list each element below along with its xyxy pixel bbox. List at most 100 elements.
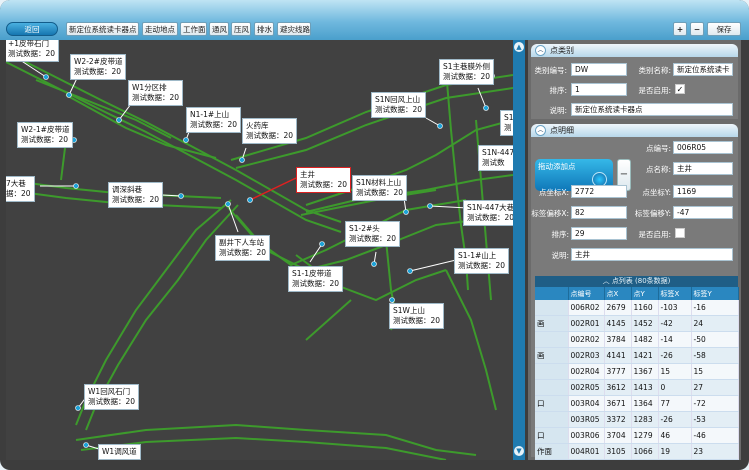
detail-section-header[interactable]: ︿ 点明细 <box>531 124 738 137</box>
table-row[interactable]: 006R02 2679 1160 -103 -16 <box>535 300 739 316</box>
table-row[interactable]: 口 003R06 3704 1279 46 -46 <box>535 427 739 444</box>
table-cell: 1367 <box>631 363 659 380</box>
map-label[interactable]: 火药库 测试数据：20 <box>242 118 298 144</box>
table-cell: 27 <box>691 379 739 396</box>
table-row[interactable]: 口004R023344117522-5 <box>535 459 739 460</box>
toolbar-button-reader-points[interactable]: 新定位系统读卡器点 <box>66 22 139 36</box>
map-label[interactable]: S1N材料上山 测试数据：20 <box>352 175 408 201</box>
category-order-label: 排序: <box>549 86 567 95</box>
map-label[interactable]: 7大巷 据：20 <box>6 176 35 202</box>
table-row[interactable]: 003R05 3372 1283 -26 -53 <box>535 411 739 428</box>
zoom-in-button[interactable]: + <box>673 22 687 36</box>
back-button[interactable]: 返回 <box>6 22 58 36</box>
point-desc-field[interactable]: 主井 <box>571 248 733 261</box>
map-label[interactable]: S1-1#山上 测试数据：20 <box>454 248 510 274</box>
label-offset-x-field[interactable]: 82 <box>571 206 627 219</box>
map-label[interactable]: W1调风道 <box>98 444 141 460</box>
label-offset-y-field[interactable]: -47 <box>673 206 733 219</box>
table-cell: 1452 <box>631 315 659 332</box>
map-scrollbar[interactable]: ▲ ▼ <box>513 40 525 460</box>
point-name-field[interactable]: 主井 <box>673 162 733 175</box>
map-label[interactable]: N1-1#上山 测试数据：20 <box>186 107 242 133</box>
table-cell: 003R06 <box>568 427 605 444</box>
map-label[interactable]: S1N-447 测试数 <box>478 145 513 171</box>
map-label[interactable]: W2-2#皮带道 测试数据：20 <box>70 54 127 80</box>
toolbar-button-compressed-air[interactable]: 压风 <box>231 22 251 36</box>
table-cell: -16 <box>691 300 739 316</box>
map-label-selected[interactable]: 主井 测试数据：20 <box>296 167 352 193</box>
collapse-chevron-icon[interactable]: ︿ <box>603 277 612 285</box>
point-enabled-checkbox[interactable] <box>675 228 685 238</box>
table-row[interactable]: 002R05 3612 1413 0 27 <box>535 379 739 396</box>
point-code-field[interactable]: 006R05 <box>673 141 733 154</box>
map-label[interactable]: 调深斜巷 测试数据：20 <box>108 182 164 208</box>
category-desc-field[interactable]: 新定位系统读卡器点 <box>571 103 733 116</box>
category-section-header[interactable]: ︿ 点类别 <box>531 44 738 57</box>
table-row[interactable]: 002R04 3777 1367 15 15 <box>535 363 739 380</box>
column-header[interactable]: 点Y <box>631 287 659 300</box>
table-cell: 作面 <box>535 443 569 460</box>
toolbar-button-walk-points[interactable]: 走动地点 <box>142 22 178 36</box>
table-cell: 002R02 <box>568 331 605 348</box>
map-label[interactable]: S1N回风上山 测试数据：20 <box>371 92 427 118</box>
scroll-down-arrow-icon[interactable]: ▼ <box>514 446 524 456</box>
category-code-field[interactable]: DW <box>571 63 627 76</box>
point-order-field[interactable]: 29 <box>571 227 627 240</box>
map-label[interactable]: S1主巷膜外侧 测试数据：20 <box>439 59 495 85</box>
table-cell <box>535 331 569 348</box>
table-row[interactable]: 002R02 3784 1482 -14 -50 <box>535 331 739 348</box>
column-header[interactable] <box>535 287 569 300</box>
table-cell: 4145 <box>604 315 632 332</box>
column-header[interactable]: 点X <box>604 287 632 300</box>
column-header[interactable]: 标签X <box>658 287 692 300</box>
table-row[interactable]: 口 003R04 3671 1364 77 -72 <box>535 395 739 412</box>
table-cell: 004R02 <box>568 459 605 460</box>
table-cell: 1283 <box>631 411 659 428</box>
category-enabled-checkbox[interactable]: ✓ <box>675 84 685 94</box>
map-label[interactable]: W1回风石门 测试数据：20 <box>84 384 140 410</box>
table-cell: 003R05 <box>568 411 605 428</box>
map-label[interactable]: S1-2#头 测试数据：20 <box>345 221 401 247</box>
point-list-header[interactable]: ︿ 点列表 (80条数据) <box>535 276 738 287</box>
tunnel-line <box>305 299 352 341</box>
toolbar-button-workface[interactable]: 工作面 <box>180 22 207 36</box>
table-cell <box>535 300 569 316</box>
point-x-field[interactable]: 2772 <box>571 185 627 198</box>
table-cell: 画 <box>535 347 569 364</box>
category-name-field[interactable]: 新定位系统读卡 <box>673 63 733 76</box>
map-label[interactable]: 副井下人车站 测试数据：20 <box>215 235 271 261</box>
category-order-field[interactable]: 1 <box>571 83 627 96</box>
map-label[interactable]: S1N-447大巷 测试数据：20 <box>463 200 513 226</box>
mine-map-canvas[interactable]: +1皮带石门 测试数据：20 W2-2#皮带道 测试数据：20 W1分区排 测试数据：… <box>6 40 513 460</box>
collapse-chevron-icon[interactable]: ︿ <box>535 125 546 136</box>
table-cell: 15 <box>691 363 739 380</box>
table-cell: 1175 <box>631 459 659 460</box>
column-header[interactable]: 标签Y <box>691 287 739 300</box>
table-row[interactable]: 作面 004R01 3105 1066 19 23 <box>535 443 739 460</box>
toolbar: 返回 新定位系统读卡器点 走动地点 工作面 通风 压风 排水 避灾线路 + − … <box>0 0 749 40</box>
collapse-chevron-icon[interactable]: ︿ <box>535 45 546 56</box>
zoom-out-button[interactable]: − <box>690 22 704 36</box>
table-cell: 4141 <box>604 347 632 364</box>
table-cell: 002R04 <box>568 363 605 380</box>
map-label[interactable]: S1-1皮带道 测试数据：20 <box>288 266 344 292</box>
table-cell: 46 <box>658 427 692 444</box>
save-button[interactable]: 保存 <box>707 22 741 36</box>
map-label[interactable]: +1皮带石门 测试数据：20 <box>6 40 60 62</box>
toolbar-button-drainage[interactable]: 排水 <box>254 22 274 36</box>
point-x-label: 点坐标X: <box>538 188 569 197</box>
map-label[interactable]: S1 测 <box>500 110 513 136</box>
toolbar-button-escape-route[interactable]: 避灾线路 <box>277 22 311 36</box>
scroll-up-arrow-icon[interactable]: ▲ <box>514 42 524 52</box>
table-cell: 004R01 <box>568 443 605 460</box>
table-cell: -46 <box>691 427 739 444</box>
toolbar-button-ventilation[interactable]: 通风 <box>209 22 229 36</box>
table-row[interactable]: 画 002R03 4141 1421 -26 -58 <box>535 347 739 364</box>
table-row[interactable]: 画 002R01 4145 1452 -42 24 <box>535 315 739 332</box>
map-label[interactable]: W1分区排 测试数据：20 <box>128 80 184 106</box>
point-y-field[interactable]: 1169 <box>673 185 733 198</box>
point-order-label: 排序: <box>551 230 569 239</box>
map-label[interactable]: W2-1#皮带道 测试数据：20 <box>17 122 74 148</box>
column-header[interactable]: 点编号 <box>568 287 605 300</box>
map-label[interactable]: S1W上山 测试数据：20 <box>389 303 445 329</box>
